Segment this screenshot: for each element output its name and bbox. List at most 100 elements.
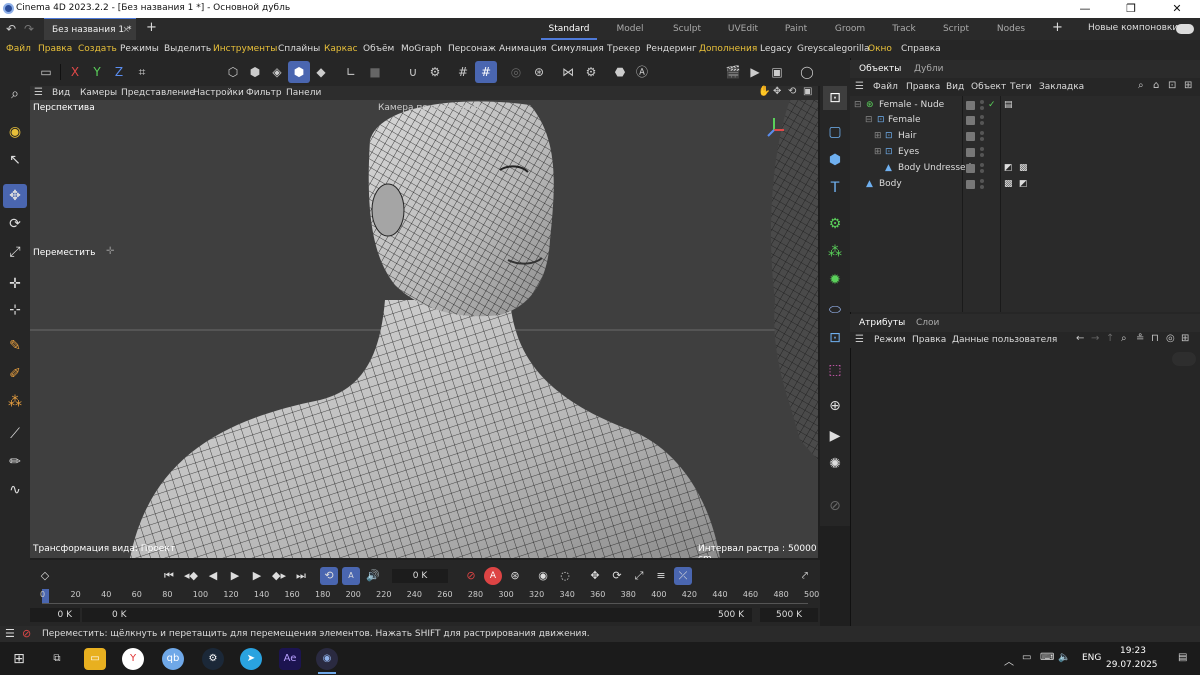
key-move-icon[interactable]: ✥ xyxy=(586,567,604,585)
key-scale-icon[interactable]: ⤢ xyxy=(630,567,648,585)
collapse-icon[interactable]: ⊟ xyxy=(854,98,862,113)
object-menu-view[interactable]: Вид xyxy=(946,78,964,96)
tab-layers[interactable]: Слои xyxy=(916,318,939,328)
perspective-viewport[interactable]: Перспектива Камера по умолчанию Перемест… xyxy=(30,100,818,558)
edges-mode-icon[interactable]: ⬢ xyxy=(244,61,266,83)
object-menu-bookmarks[interactable]: Закладка xyxy=(1039,78,1084,96)
render-settings-icon[interactable]: ⊛ xyxy=(528,61,550,83)
list-item[interactable]: ⊟ ⊡ Female xyxy=(850,113,1200,128)
menu-create[interactable]: Создать xyxy=(78,40,117,58)
tab-objects[interactable]: Объекты xyxy=(859,64,901,74)
material-tag-icon[interactable]: ◩ xyxy=(1004,161,1013,176)
snap-axis-icon[interactable]: ⊹ xyxy=(3,298,27,322)
knife-tool-icon[interactable]: ✏ xyxy=(3,450,27,474)
minimize-button[interactable]: — xyxy=(1062,0,1108,18)
menu-greyscalegorilla[interactable]: Greyscalegorilla xyxy=(797,40,869,58)
layout-tab-script[interactable]: Script xyxy=(930,18,982,40)
tray-expand-icon[interactable]: ︿ xyxy=(1004,653,1014,668)
layout-toggle[interactable] xyxy=(1176,24,1194,34)
list-item[interactable]: ⊞ ⊡ Eyes xyxy=(850,145,1200,160)
sculpt-tool-icon[interactable]: ∿ xyxy=(3,478,27,502)
object-menu-icon[interactable]: ☰ xyxy=(855,81,864,92)
edit-render-settings-icon[interactable]: ▣ xyxy=(766,61,788,83)
next-key-icon[interactable]: ◆▸ xyxy=(270,567,288,585)
rotate-tool-icon[interactable]: ⟳ xyxy=(3,212,27,236)
move-tool-icon[interactable]: ✥ xyxy=(3,184,27,208)
file-explorer-icon[interactable]: ▭ xyxy=(84,648,106,670)
back-arrow-icon[interactable]: ← xyxy=(1076,333,1084,344)
network-icon[interactable]: ⌨ xyxy=(1040,652,1054,663)
material-tag-icon[interactable]: ◩ xyxy=(1019,177,1028,192)
texture-mode-icon[interactable]: ■ xyxy=(364,61,386,83)
key-position-icon[interactable]: ◉ xyxy=(534,567,552,585)
playback-rate-icon[interactable]: A xyxy=(342,567,360,585)
transform-tool-icon[interactable]: ↖ xyxy=(3,148,27,172)
qbittorrent-icon[interactable]: qb xyxy=(162,648,184,670)
list-item[interactable]: ⊟ ⊛ Female - Nude ✓ ▤ xyxy=(850,98,1200,113)
cube-object-icon[interactable]: ⬢ xyxy=(823,148,847,172)
menu-edit[interactable]: Правка xyxy=(38,40,72,58)
menu-tools[interactable]: Инструменты xyxy=(213,40,277,58)
layout-tab-model[interactable]: Model xyxy=(603,18,657,40)
key-param-icon[interactable]: ≡ xyxy=(652,567,670,585)
menu-window[interactable]: Окно xyxy=(868,40,892,58)
go-to-end-icon[interactable]: ⏭ xyxy=(292,567,310,585)
volume-icon[interactable]: 🔈 xyxy=(1058,652,1070,663)
autokey-button[interactable]: A xyxy=(484,567,502,585)
symmetry-icon[interactable]: ⋈ xyxy=(557,61,579,83)
menu-mograph[interactable]: MoGraph xyxy=(401,40,442,58)
undo-icon[interactable]: ↶ xyxy=(6,22,16,36)
timeline-editor-icon[interactable]: ⤤ xyxy=(796,567,814,585)
object-menu-file[interactable]: Файл xyxy=(873,78,898,96)
key-rotation-icon[interactable]: ◌ xyxy=(556,567,574,585)
viewport-rotate-icon[interactable]: ⟲ xyxy=(788,86,796,97)
attribute-new-window-icon[interactable]: ⊞ xyxy=(1181,333,1189,344)
uv-mode-icon[interactable]: ◆ xyxy=(310,61,332,83)
scale-tool-icon[interactable]: ⤢ xyxy=(3,240,27,264)
spline-sketch-icon[interactable]: ✐ xyxy=(3,362,27,386)
object-lock-icon[interactable]: ⊡ xyxy=(1168,80,1176,91)
go-to-start-icon[interactable]: ⏮ xyxy=(160,567,178,585)
layout-tab-groom[interactable]: Groom xyxy=(824,18,876,40)
document-tab[interactable]: Без названия 1 * × xyxy=(44,18,136,40)
next-frame-icon[interactable]: ▶ xyxy=(248,567,266,585)
check-icon[interactable]: ✓ xyxy=(988,98,996,113)
redo-icon[interactable]: ↷ xyxy=(24,22,34,36)
filter-icon[interactable]: ≗ xyxy=(1136,333,1144,344)
play-icon[interactable]: ▶ xyxy=(226,567,244,585)
object-new-window-icon[interactable]: ⊞ xyxy=(1184,80,1192,91)
attribute-search-icon[interactable]: ⌕ xyxy=(1121,333,1127,344)
menu-file[interactable]: Файл xyxy=(6,40,31,58)
python-icon[interactable]: ⬣ xyxy=(609,61,631,83)
attribute-menu-user-data[interactable]: Данные пользователя xyxy=(952,332,1057,348)
render-picture-viewer-icon[interactable]: ▶ xyxy=(744,61,766,83)
spline-smooth-icon[interactable]: ⁂ xyxy=(3,390,27,414)
yandex-browser-icon[interactable]: Y xyxy=(122,648,144,670)
object-menu-edit[interactable]: Правка xyxy=(906,78,940,96)
menu-modes[interactable]: Режимы xyxy=(120,40,159,58)
spline-pen-icon[interactable]: ✎ xyxy=(3,334,27,358)
null-object-icon[interactable]: ⊡ xyxy=(823,86,847,110)
soft-selection-icon[interactable]: ◎ xyxy=(505,61,527,83)
tab-takes[interactable]: Дубли xyxy=(914,64,944,74)
preview-range-start[interactable]: 0 K xyxy=(82,608,752,622)
language-indicator[interactable]: ENG xyxy=(1082,653,1101,663)
previous-frame-icon[interactable]: ◀ xyxy=(204,567,222,585)
viewport-menu-icon[interactable]: ☰ xyxy=(34,87,43,98)
menu-animation[interactable]: Анимация xyxy=(499,40,547,58)
live-selection-icon[interactable]: ◉ xyxy=(3,120,27,144)
axis-mode-icon[interactable]: ∟ xyxy=(340,61,362,83)
light-icon[interactable]: ✺ xyxy=(823,452,847,476)
viewport-maximize-icon[interactable]: ▣ xyxy=(803,86,812,97)
loop-icon[interactable]: ⟲ xyxy=(320,567,338,585)
edit-tool-icon[interactable]: ⊘ xyxy=(823,494,847,518)
add-document-icon[interactable]: + xyxy=(146,20,157,35)
polygons-mode-icon[interactable]: ◈ xyxy=(266,61,288,83)
close-button[interactable]: ✕ xyxy=(1154,0,1200,18)
menu-mesh[interactable]: Каркас xyxy=(324,40,358,58)
menu-render[interactable]: Рендеринг xyxy=(646,40,697,58)
pivot-tool-icon[interactable]: ✛ xyxy=(3,272,27,296)
lock-y-button[interactable]: Y xyxy=(86,61,108,83)
maximize-button[interactable]: ❐ xyxy=(1108,0,1154,18)
list-item[interactable]: ▲ Body ▩ ◩ xyxy=(850,177,1200,192)
